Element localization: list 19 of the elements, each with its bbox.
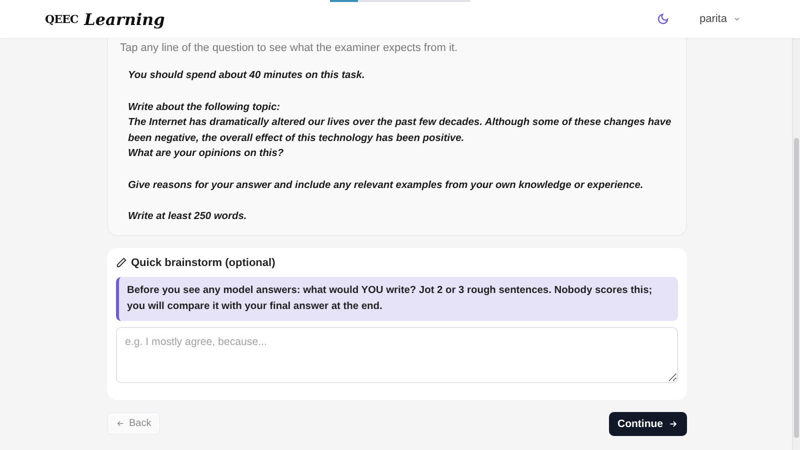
question-line[interactable]: You should spend about 40 minutes on this task.	[128, 68, 674, 84]
continue-button[interactable]: Continue	[608, 412, 687, 436]
instruction-note: Before you see any model answers: what would YOU write? Jot 2 or 3 rough sentences. Nobody scores this; you will compare it with your final answer at the end.	[116, 276, 678, 320]
scrollbar[interactable]	[792, 38, 800, 450]
question-line[interactable]: Write at least 250 words.	[128, 209, 674, 224]
brainstorm-field[interactable]: e.g. I mostly agree, because...	[116, 326, 678, 382]
pencil-icon	[116, 257, 127, 268]
hint-text: Tap any line of the question to see what the examiner expects from it.	[120, 42, 459, 54]
moon-icon[interactable]	[657, 13, 670, 25]
logo-text: Learning	[84, 10, 165, 28]
logo-mark: QEEC	[45, 12, 78, 26]
question-line[interactable]: The Internet has dramatically altered our lives over the past few decades. Although some of these changes have been negative, the overall effect of this technology has been positive.	[128, 115, 674, 146]
arrow-right-icon	[668, 418, 678, 428]
question-line[interactable]: Write about the following topic:	[128, 100, 674, 115]
question-line[interactable]: What are your opinions on this?	[128, 146, 674, 162]
brainstorm-title: Quick brainstorm (optional)	[131, 256, 276, 268]
question-line[interactable]: Give reasons for your answer and include any relevant examples from your own knowledge or experience.	[128, 178, 674, 193]
chevron-down-icon	[733, 15, 741, 23]
arrow-left-icon	[116, 419, 125, 428]
